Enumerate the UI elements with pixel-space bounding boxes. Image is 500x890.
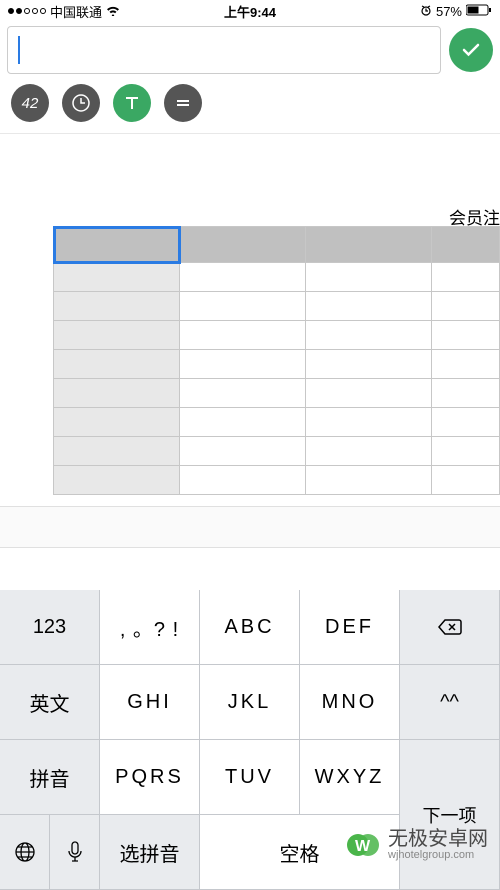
key-english[interactable]: 英文 xyxy=(0,665,100,740)
key-pqrs[interactable]: PQRS xyxy=(100,740,200,815)
suggestion-bar xyxy=(0,506,500,548)
watermark-sub: wjhotelgroup.com xyxy=(388,849,488,861)
key-backspace[interactable] xyxy=(400,590,500,665)
battery-icon xyxy=(466,4,492,19)
key-select-pinyin[interactable]: 选拼音 xyxy=(100,815,200,890)
cell[interactable] xyxy=(180,408,306,437)
cell[interactable] xyxy=(432,292,500,321)
header-cell[interactable] xyxy=(432,227,500,263)
cell[interactable] xyxy=(432,466,500,495)
watermark: W 无极安卓网 wjhotelgroup.com xyxy=(344,826,488,864)
cell[interactable] xyxy=(306,292,432,321)
cell[interactable] xyxy=(432,379,500,408)
globe-icon xyxy=(14,841,36,863)
cell[interactable] xyxy=(306,263,432,292)
key-wxyz[interactable]: WXYZ xyxy=(300,740,400,815)
cell[interactable] xyxy=(306,408,432,437)
spreadsheet-grid[interactable] xyxy=(53,226,500,495)
confirm-button[interactable] xyxy=(449,28,493,72)
watermark-main: 无极安卓网 xyxy=(388,829,488,849)
time-label: 上午9:44 xyxy=(224,2,276,21)
key-jkl[interactable]: JKL xyxy=(200,665,300,740)
cell[interactable] xyxy=(306,321,432,350)
cell[interactable] xyxy=(54,263,180,292)
cell[interactable] xyxy=(54,408,180,437)
wifi-icon xyxy=(106,4,120,19)
number-format-button[interactable]: 42 xyxy=(11,84,49,122)
text-format-button[interactable] xyxy=(113,84,151,122)
date-format-button[interactable] xyxy=(62,84,100,122)
formula-input[interactable] xyxy=(7,26,441,74)
mic-icon xyxy=(67,841,83,863)
text-icon xyxy=(122,93,142,113)
spreadsheet-area[interactable]: 会员注 xyxy=(0,134,500,512)
key-123[interactable]: 123 xyxy=(0,590,100,665)
key-def[interactable]: DEF xyxy=(300,590,400,665)
alarm-icon xyxy=(420,4,432,19)
cell[interactable] xyxy=(180,263,306,292)
cell[interactable] xyxy=(180,350,306,379)
key-mic[interactable] xyxy=(50,815,100,890)
format-toolbar: 42 xyxy=(0,78,500,133)
cell[interactable] xyxy=(54,466,180,495)
cell-selected[interactable] xyxy=(54,227,180,263)
backspace-icon xyxy=(437,617,463,637)
cell[interactable] xyxy=(54,379,180,408)
signal-dots-icon xyxy=(8,8,46,14)
key-tuv[interactable]: TUV xyxy=(200,740,300,815)
key-carets[interactable]: ^^ xyxy=(400,665,500,740)
cell[interactable] xyxy=(180,437,306,466)
key-ghi[interactable]: GHI xyxy=(100,665,200,740)
menu-icon xyxy=(174,94,192,112)
cell[interactable] xyxy=(54,437,180,466)
svg-text:W: W xyxy=(355,838,371,855)
cell[interactable] xyxy=(432,408,500,437)
cell[interactable] xyxy=(180,379,306,408)
key-abc[interactable]: ABC xyxy=(200,590,300,665)
clock-icon xyxy=(71,93,91,113)
cell[interactable] xyxy=(432,350,500,379)
cell[interactable] xyxy=(432,321,500,350)
key-mno[interactable]: MNO xyxy=(300,665,400,740)
cell[interactable] xyxy=(180,321,306,350)
cell[interactable] xyxy=(306,437,432,466)
battery-label: 57% xyxy=(436,4,462,19)
key-pinyin[interactable]: 拼音 xyxy=(0,740,100,815)
cell[interactable] xyxy=(180,466,306,495)
cell[interactable] xyxy=(432,437,500,466)
cell[interactable] xyxy=(180,292,306,321)
check-icon xyxy=(460,39,482,61)
watermark-logo-icon: W xyxy=(344,826,382,864)
cell[interactable] xyxy=(306,379,432,408)
cell[interactable] xyxy=(306,350,432,379)
header-cell[interactable] xyxy=(306,227,432,263)
header-cell[interactable] xyxy=(180,227,306,263)
cell[interactable] xyxy=(54,321,180,350)
carrier-label: 中国联通 xyxy=(50,2,102,21)
key-globe[interactable] xyxy=(0,815,50,890)
cell[interactable] xyxy=(306,466,432,495)
cell[interactable] xyxy=(54,292,180,321)
cell[interactable] xyxy=(54,350,180,379)
status-bar: 中国联通 上午9:44 57% xyxy=(0,0,500,22)
key-next[interactable]: 下一项 xyxy=(400,740,500,890)
cell[interactable] xyxy=(432,263,500,292)
menu-button[interactable] xyxy=(164,84,202,122)
key-punct[interactable]: , 。? ! xyxy=(100,590,200,665)
